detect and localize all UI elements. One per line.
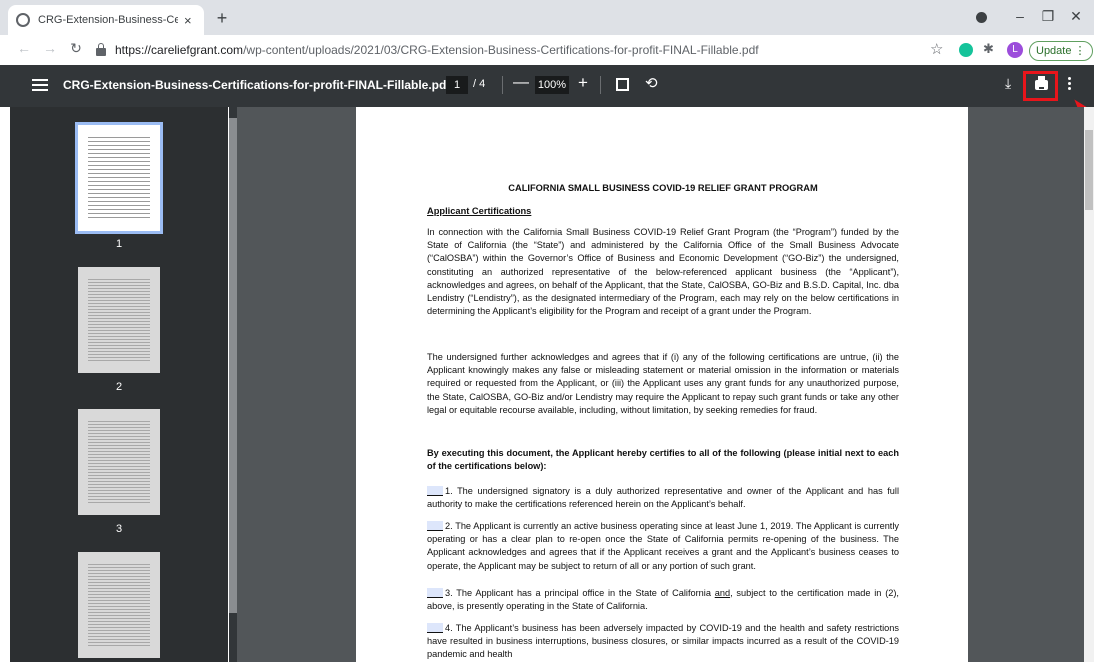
toolbar-divider	[502, 76, 503, 94]
grammarly-extension-icon[interactable]	[959, 43, 973, 57]
bookmark-star-icon[interactable]: ☆	[930, 40, 943, 58]
fit-page-icon[interactable]	[616, 78, 629, 91]
pdf-file-name: CRG-Extension-Business-Certifications-fo…	[63, 78, 451, 92]
new-tab-button[interactable]: +	[212, 8, 232, 28]
document-subtitle: Applicant Certifications	[427, 206, 532, 216]
tab-close-icon[interactable]: ×	[184, 13, 192, 28]
certify-paragraph: By executing this document, the Applican…	[427, 448, 899, 472]
profile-avatar[interactable]: L	[1007, 42, 1023, 58]
minimize-button[interactable]: –	[1010, 8, 1030, 24]
certification-3: 3. The Applicant has a principal office …	[427, 588, 899, 612]
menu-icon[interactable]	[32, 76, 48, 96]
browser-tab[interactable]: CRG-Extension-Business-Certifica ×	[8, 5, 204, 35]
zoom-in-button[interactable]: +	[578, 73, 588, 93]
sidebar-scroll-thumb[interactable]	[229, 118, 237, 613]
toolbar-divider	[600, 76, 601, 94]
forward-arrow-icon[interactable]: →	[40, 40, 60, 56]
certification-4: 4. The Applicant’s business has been adv…	[427, 623, 899, 660]
intro-paragraph: In connection with the California Small …	[427, 227, 899, 317]
tab-title: CRG-Extension-Business-Certifica	[38, 14, 178, 26]
initial-field[interactable]	[427, 623, 443, 633]
pdf-page: CALIFORNIA SMALL BUSINESS COVID-19 RELIE…	[356, 107, 968, 662]
maximize-button[interactable]: ❐	[1038, 8, 1058, 25]
certification-2: 2. The Applicant is currently an active …	[427, 521, 899, 571]
certification-1: 1. The undersigned signatory is a duly a…	[427, 486, 899, 510]
tab-strip: CRG-Extension-Business-Certifica × + – ❐…	[0, 0, 1094, 35]
document-viewport: CALIFORNIA SMALL BUSINESS COVID-19 RELIE…	[237, 107, 1084, 662]
back-arrow-icon[interactable]: ←	[14, 40, 34, 56]
page-thumbnail-2[interactable]	[78, 267, 160, 373]
print-icon[interactable]	[1035, 76, 1048, 90]
page-thumbnail-4[interactable]	[78, 552, 160, 658]
initial-field[interactable]	[427, 521, 443, 531]
rotate-icon[interactable]: ⟲	[645, 74, 658, 92]
thumbnail-sidebar: 1 2 3	[10, 107, 228, 662]
initial-field[interactable]	[427, 588, 443, 598]
globe-icon	[16, 13, 30, 27]
thumbnail-label: 1	[115, 238, 123, 250]
page-count: / 4	[473, 78, 486, 90]
extensions-puzzle-icon[interactable]: ✱	[983, 41, 994, 57]
initial-field[interactable]	[427, 486, 443, 496]
page-number-input[interactable]: 1	[446, 76, 468, 94]
url-path: /wp-content/uploads/2021/03/CRG-Extensio…	[243, 43, 759, 57]
page-thumbnail-3[interactable]	[78, 409, 160, 515]
lock-icon	[96, 42, 106, 56]
page-thumbnail-1[interactable]	[75, 122, 163, 234]
address-bar[interactable]: https://careliefgrant.com/wp-content/upl…	[96, 38, 924, 62]
more-options-icon[interactable]	[1068, 77, 1071, 93]
document-title: CALIFORNIA SMALL BUSINESS COVID-19 RELIE…	[508, 183, 818, 193]
thumbnail-label: 2	[115, 381, 123, 393]
download-icon[interactable]: ⤓	[1005, 75, 1011, 92]
media-indicator-icon[interactable]	[976, 12, 987, 23]
url-host: https://careliefgrant.com	[115, 43, 244, 57]
thumbnail-label: 3	[115, 523, 123, 535]
close-window-button[interactable]: ✕	[1066, 8, 1086, 25]
browser-toolbar: ← → ↻ https://careliefgrant.com/wp-conte…	[0, 35, 1094, 66]
document-scroll-thumb[interactable]	[1085, 130, 1093, 210]
reload-icon[interactable]: ↻	[66, 40, 86, 57]
update-button[interactable]: Update ⋮	[1029, 41, 1093, 61]
pdf-toolbar: CRG-Extension-Business-Certifications-fo…	[0, 65, 1094, 107]
zoom-out-button[interactable]: —	[513, 74, 529, 92]
zoom-input[interactable]: 100%	[535, 76, 569, 94]
acknowledgement-paragraph: The undersigned further acknowledges and…	[427, 352, 899, 415]
